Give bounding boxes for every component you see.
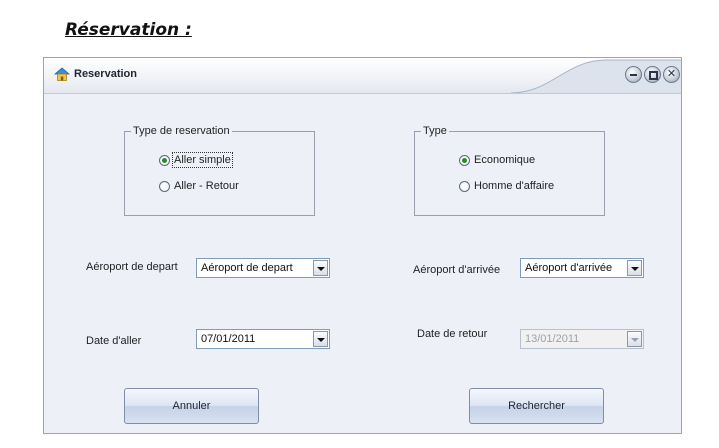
radio-label: Economique — [474, 154, 536, 166]
departure-airport-value: Aéroport de depart — [201, 262, 293, 274]
departure-date-value: 07/01/2011 — [201, 333, 256, 345]
close-icon: ✕ — [666, 68, 677, 80]
chevron-down-icon[interactable] — [313, 331, 328, 347]
radio-indicator — [459, 180, 470, 192]
maximize-button[interactable] — [644, 66, 661, 83]
radio-indicator — [459, 154, 470, 166]
minimize-button[interactable] — [625, 66, 642, 83]
departure-airport-select[interactable]: Aéroport de depart — [196, 258, 330, 278]
title-bar[interactable]: Reservation ✕ — [44, 58, 681, 94]
departure-date-picker[interactable]: 07/01/2011 — [196, 329, 330, 349]
radio-aller-simple[interactable]: Aller simple — [159, 152, 233, 168]
radio-economique[interactable]: Economique — [459, 154, 535, 166]
radio-label: Homme d'affaire — [474, 180, 555, 192]
reservation-type-group: Type de reservation Aller simple Aller -… — [124, 125, 315, 216]
reservation-window: Reservation ✕ Type de reservation Aller … — [43, 57, 682, 434]
class-type-legend: Type — [421, 125, 449, 137]
page-heading: Réservation : — [65, 20, 192, 40]
return-date-value: 13/01/2011 — [525, 333, 580, 345]
chevron-down-icon[interactable] — [313, 260, 328, 276]
radio-indicator — [159, 154, 170, 166]
radio-label: Aller - Retour — [174, 180, 239, 192]
search-button[interactable]: Rechercher — [469, 388, 604, 424]
reservation-type-legend: Type de reservation — [131, 125, 232, 137]
cancel-button[interactable]: Annuler — [124, 388, 259, 424]
home-icon — [54, 67, 70, 81]
window-title: Reservation — [74, 68, 137, 80]
departure-airport-label: Aéroport de depart — [86, 261, 178, 273]
radio-label: Aller simple — [172, 152, 233, 168]
radio-homme-affaire[interactable]: Homme d'affaire — [459, 180, 554, 192]
return-date-picker: 13/01/2011 — [520, 329, 644, 349]
class-type-group: Type Economique Homme d'affaire — [414, 125, 605, 216]
radio-indicator — [159, 180, 170, 192]
arrival-airport-select[interactable]: Aéroport d'arrivée — [520, 258, 644, 278]
radio-aller-retour[interactable]: Aller - Retour — [159, 180, 239, 192]
chevron-down-icon[interactable] — [627, 260, 642, 276]
arrival-airport-label: Aéroport d'arrivée — [413, 264, 501, 276]
return-date-label: Date de retour — [417, 328, 488, 340]
chevron-down-icon — [627, 331, 642, 347]
departure-date-label: Date d'aller — [86, 335, 142, 347]
arrival-airport-value: Aéroport d'arrivée — [525, 262, 613, 274]
close-button[interactable]: ✕ — [663, 66, 680, 83]
